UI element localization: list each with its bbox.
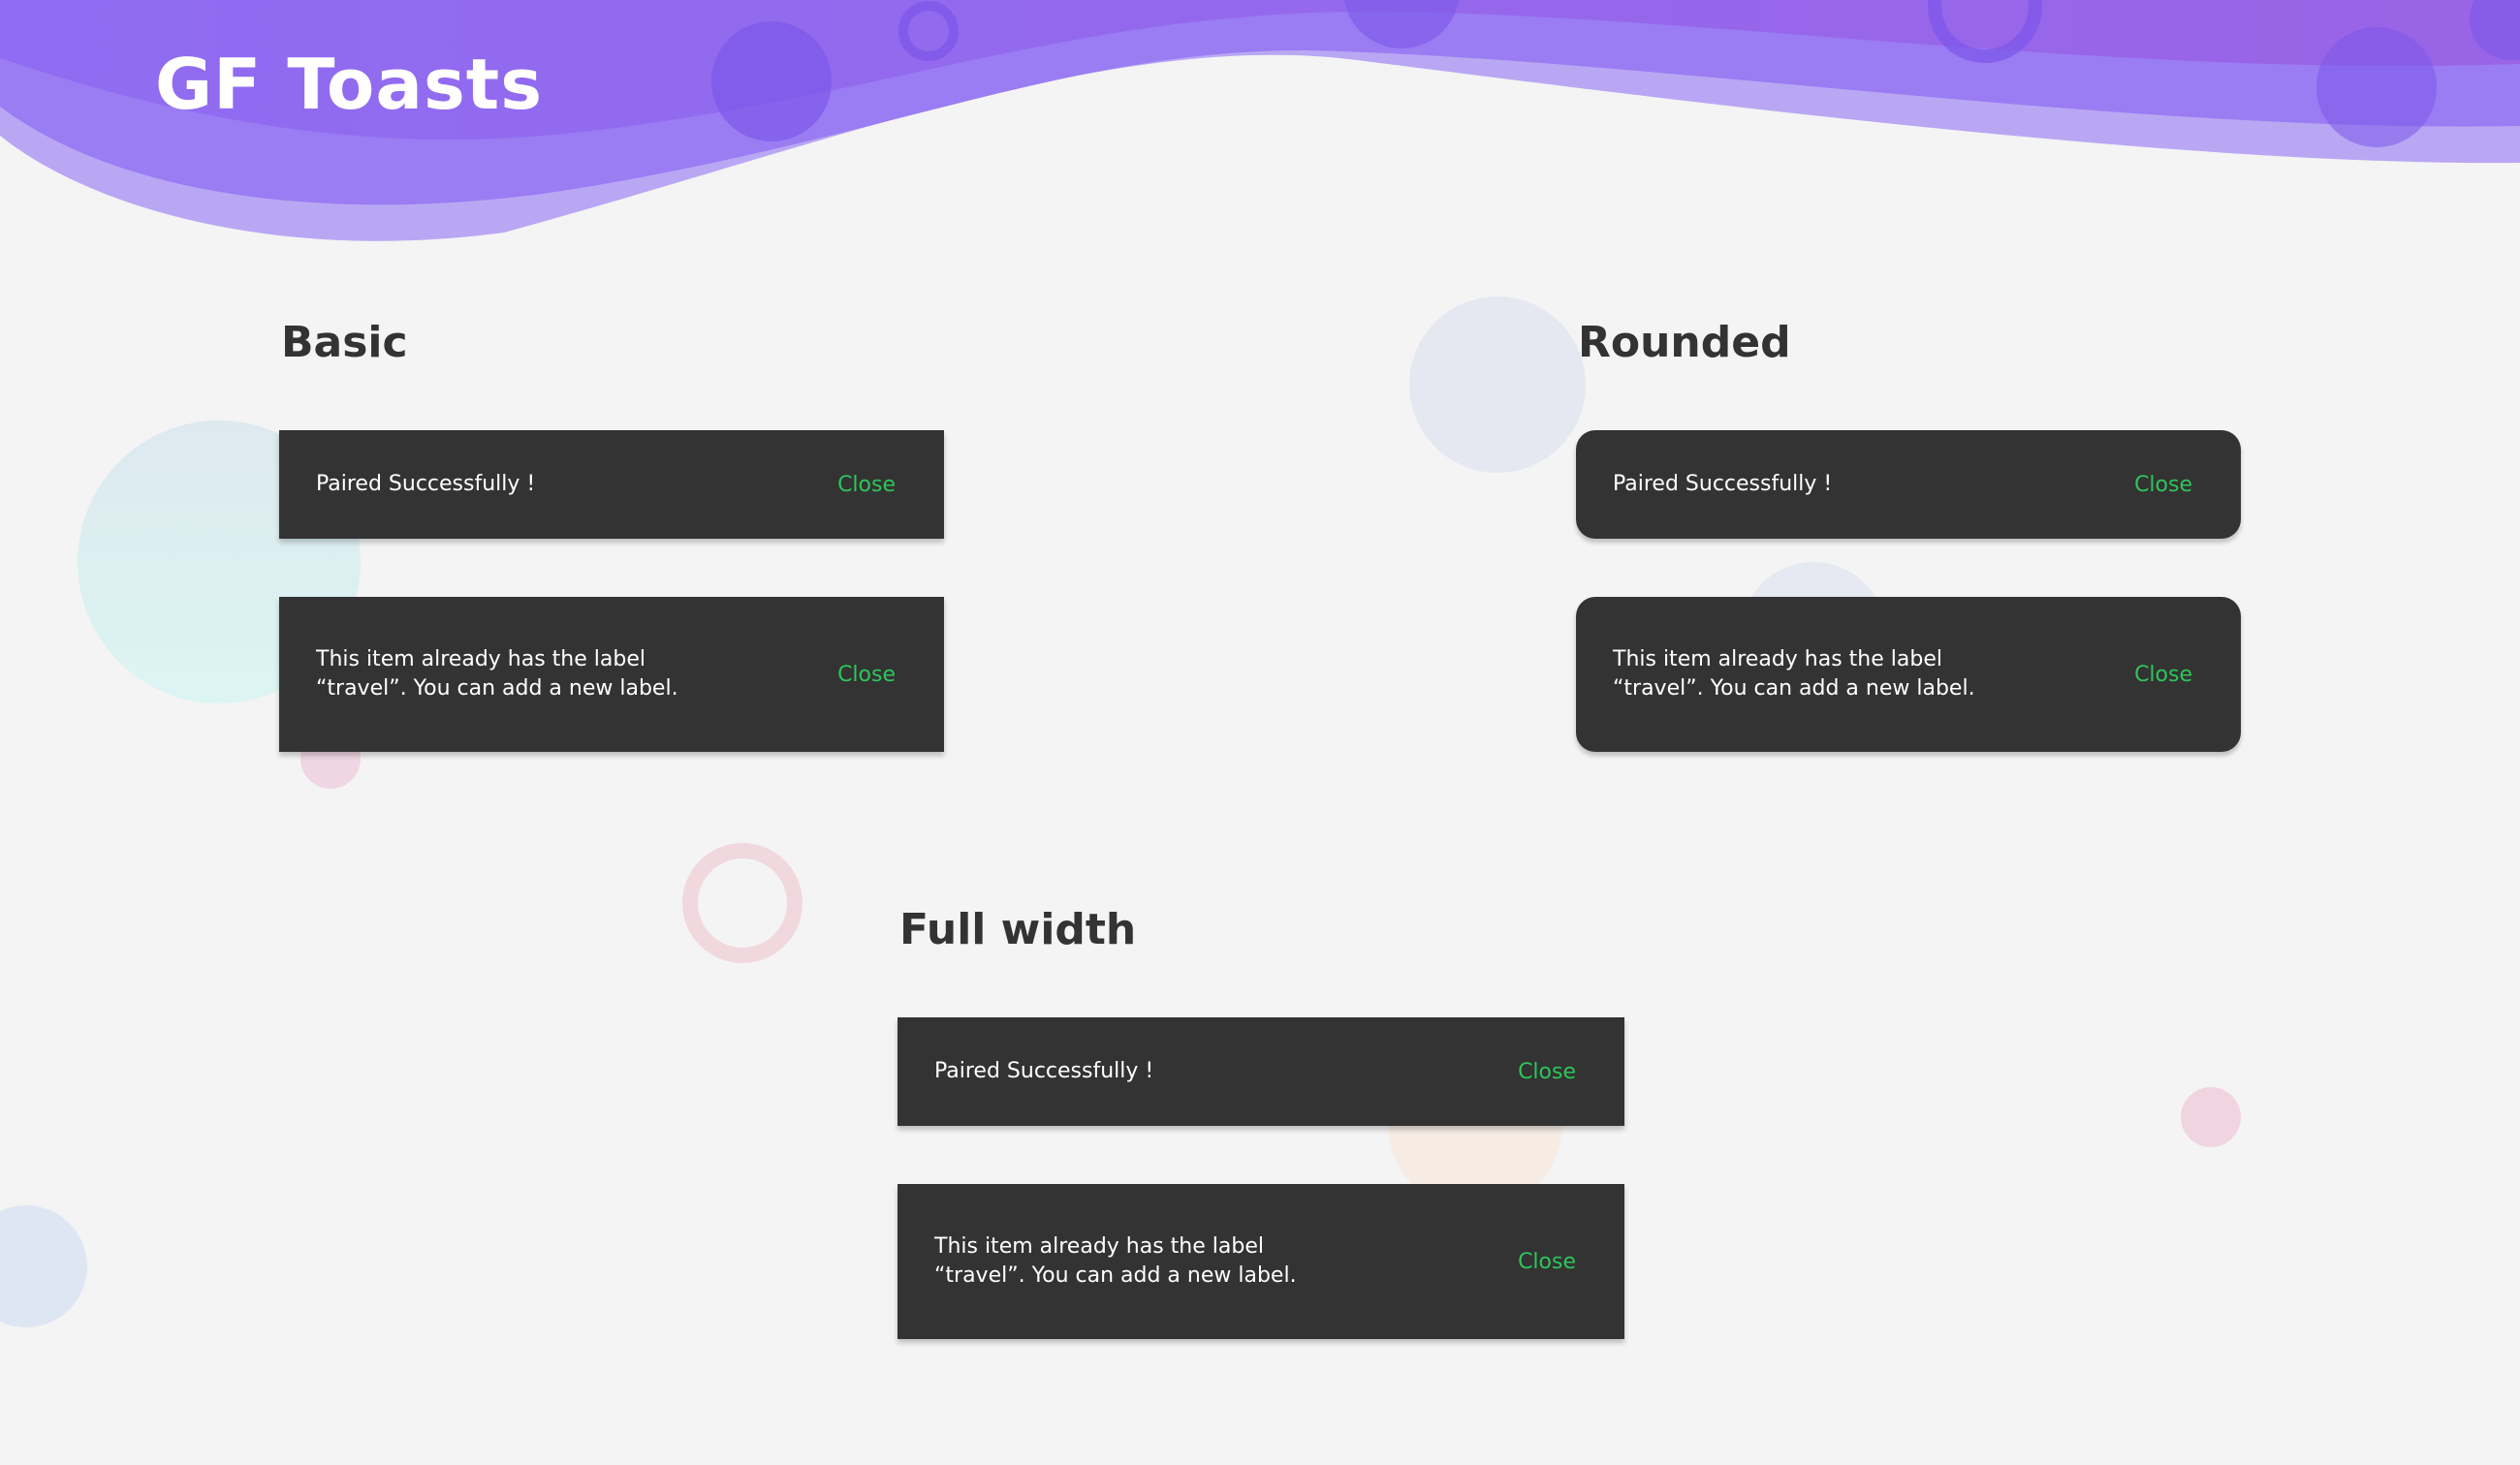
toast-basic-paired: Paired Successfully ! Close bbox=[279, 430, 944, 539]
section-title-rounded: Rounded bbox=[1578, 318, 1791, 367]
toast-full-width-paired: Paired Successfully ! Close bbox=[898, 1017, 1624, 1126]
toast-message: This item already has the label “travel”… bbox=[316, 647, 678, 701]
section-title-full-width: Full width bbox=[899, 905, 1137, 954]
decorative-ring-pink bbox=[682, 843, 803, 963]
toast-message: This item already has the label “travel”… bbox=[1613, 647, 1975, 701]
close-button[interactable]: Close bbox=[2134, 473, 2192, 497]
section-title-basic: Basic bbox=[281, 318, 408, 367]
toast-basic-label-exists: This item already has the label “travel”… bbox=[279, 597, 944, 752]
toast-message: Paired Successfully ! bbox=[316, 472, 536, 496]
decorative-bubble-blue-left bbox=[0, 1205, 87, 1327]
close-button[interactable]: Close bbox=[2134, 663, 2192, 687]
toast-rounded-label-exists: This item already has the label “travel”… bbox=[1576, 597, 2241, 752]
close-button[interactable]: Close bbox=[837, 473, 896, 497]
toast-message: Paired Successfully ! bbox=[1613, 472, 1833, 496]
close-button[interactable]: Close bbox=[837, 663, 896, 687]
close-button[interactable]: Close bbox=[1518, 1250, 1576, 1274]
toast-message: Paired Successfully ! bbox=[934, 1059, 1154, 1083]
toast-message: This item already has the label “travel”… bbox=[934, 1234, 1297, 1288]
toast-full-width-label-exists: This item already has the label “travel”… bbox=[898, 1184, 1624, 1339]
toast-rounded-paired: Paired Successfully ! Close bbox=[1576, 430, 2241, 539]
decorative-bubble-blue-gray bbox=[1409, 296, 1586, 473]
close-button[interactable]: Close bbox=[1518, 1060, 1576, 1084]
decorative-bubble-pink-right bbox=[2181, 1087, 2241, 1147]
app-title: GF Toasts bbox=[155, 44, 544, 125]
header-wave-background bbox=[0, 0, 2520, 241]
